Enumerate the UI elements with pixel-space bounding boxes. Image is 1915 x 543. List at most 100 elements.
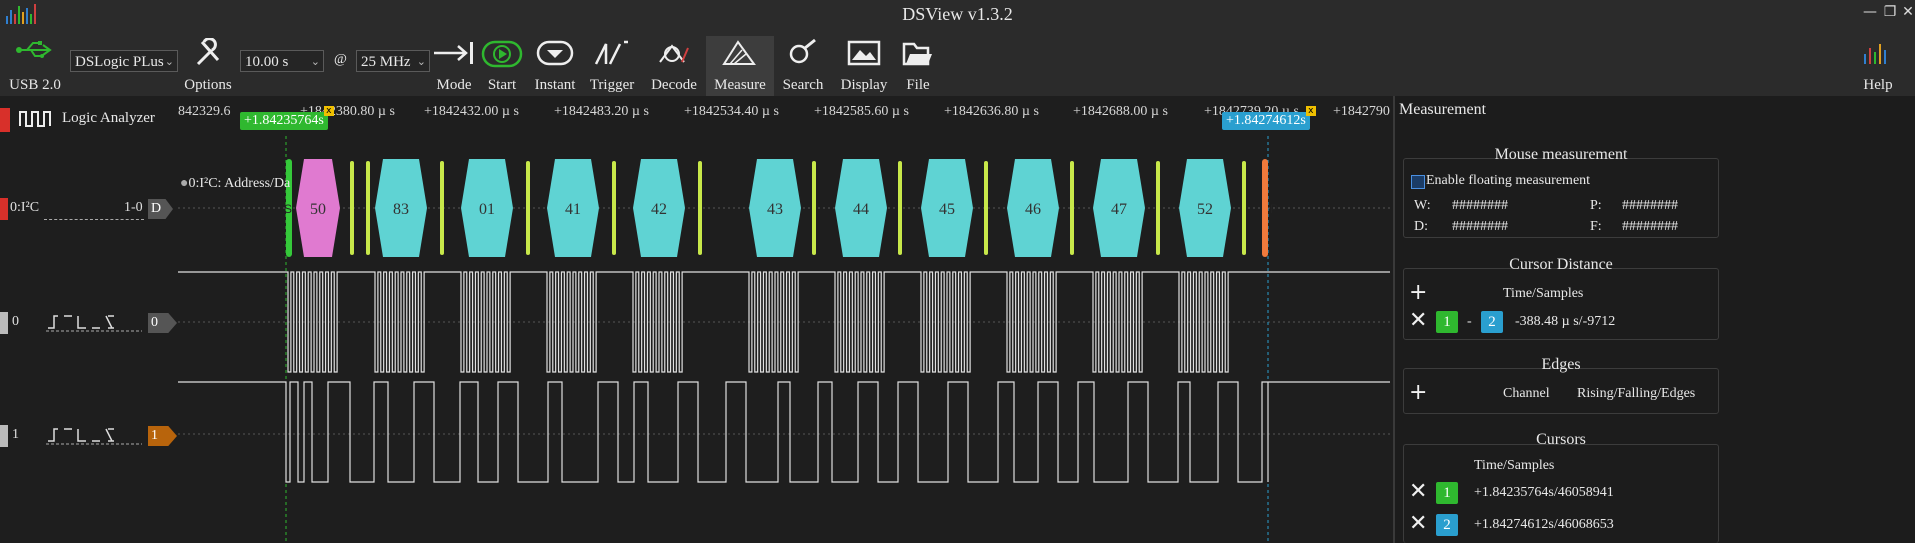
distance-cursor2-badge[interactable]: 2	[1481, 311, 1503, 333]
mouse-measurement-title: Mouse measurement	[1494, 146, 1628, 163]
i2c-byte-label: 50	[310, 201, 326, 218]
logic-analyzer-icon	[18, 108, 56, 135]
mode-button[interactable]: Mode	[432, 36, 476, 96]
search-button[interactable]: Search	[778, 36, 828, 96]
i2c-ack-mark	[526, 161, 530, 255]
i2c-ack-mark	[440, 161, 444, 255]
decode-icon	[659, 44, 689, 63]
trigger-icon	[594, 40, 628, 65]
i2c-byte-label: 42	[651, 201, 667, 218]
cursor2-close-icon[interactable]: x	[1305, 106, 1316, 116]
cursor2-value: +1.84274612s/46068653	[1474, 517, 1614, 532]
time-tick-label: 842329.6	[178, 104, 231, 119]
edges-channel-header: Channel	[1503, 386, 1550, 401]
ch0-marker	[0, 312, 8, 334]
i2c-ack-mark	[812, 161, 816, 255]
device-select[interactable]: DSLogic PLus ⌄	[70, 50, 178, 72]
cursor1-badge[interactable]: 1	[1436, 482, 1458, 504]
cursor2-badge[interactable]: 2	[1436, 514, 1458, 536]
ch1-waveform	[178, 381, 1390, 483]
chevron-down-icon: ⌄	[164, 55, 174, 68]
cursor1-flag[interactable]: +1.84235764s x	[240, 106, 334, 130]
ch0-trigger-icon[interactable]	[46, 312, 144, 337]
w-value: ########	[1452, 198, 1508, 213]
file-button[interactable]: File	[898, 36, 938, 96]
close-button[interactable]: ✕	[1898, 4, 1915, 24]
cursor1-value: +1.84235764s/46058941	[1474, 485, 1614, 500]
chevron-down-icon: ⌄	[416, 55, 426, 68]
waveform-view[interactable]: S 50 83 01 41 42 43 44 45 46 47 52 P	[178, 136, 1390, 543]
mode-arrow-icon	[434, 42, 473, 64]
remove-distance-close-icon[interactable]: ✕	[1409, 308, 1427, 333]
i2c-ack-mark	[898, 161, 902, 255]
time-tick-label: +1842636.80 µ s	[944, 104, 1039, 119]
cursor-distance-header: Time/Samples	[1503, 286, 1584, 301]
cursors-header: Time/Samples	[1474, 458, 1555, 473]
search-icon	[789, 38, 816, 64]
cursor1-close-icon[interactable]: x	[323, 106, 334, 116]
sample-time-select[interactable]: 10.00 s ⌄	[240, 50, 324, 72]
i2c-ack-mark	[698, 161, 702, 255]
decoder-range: 1-0	[124, 200, 143, 215]
help-button[interactable]: Help	[1850, 36, 1906, 96]
cursor-distance-value: -388.48 µ s/-9712	[1515, 314, 1616, 329]
decoder-marker	[0, 198, 8, 220]
remove-cursor1-close-icon[interactable]: ✕	[1409, 479, 1427, 504]
time-tick-label: +1842688.00 µ s	[1073, 104, 1168, 119]
decoder-annotation-title: ●0:I²C: Address/Da	[180, 176, 291, 191]
trigger-button[interactable]: Trigger	[584, 36, 640, 96]
p-label: P:	[1590, 198, 1602, 213]
start-button[interactable]: Start	[478, 36, 526, 96]
i2c-ack-mark	[984, 161, 988, 255]
i2c-stop-label: P	[1270, 202, 1278, 216]
remove-cursor2-close-icon[interactable]: ✕	[1409, 511, 1427, 536]
decode-button[interactable]: Decode	[646, 36, 702, 96]
measurement-panel-title: Measurement	[1399, 101, 1487, 118]
cursor2-flag[interactable]: +1.84274612s x	[1222, 106, 1316, 130]
options-button[interactable]: Options	[180, 36, 236, 96]
play-icon	[481, 40, 523, 68]
logic-analyzer-title: Logic Analyzer	[62, 110, 155, 126]
sample-rate-select[interactable]: 25 MHz ⌄	[356, 50, 430, 72]
i2c-ack-mark	[350, 161, 354, 255]
time-tick-label: +1842483.20 µ s	[554, 104, 649, 119]
usb-icon	[16, 41, 52, 58]
ch1-name: 1	[12, 427, 19, 442]
i2c-ack-mark	[1070, 161, 1074, 255]
cursor-distance-title: Cursor Distance	[1509, 256, 1613, 273]
i2c-byte-label: 43	[767, 201, 783, 218]
measure-button[interactable]: Measure	[706, 36, 774, 96]
distance-separator: -	[1467, 314, 1472, 329]
i2c-ack-mark	[1156, 161, 1160, 255]
i2c-start-label: S	[284, 202, 292, 216]
instant-button[interactable]: Instant	[530, 36, 580, 96]
wrench-screwdriver-icon	[196, 38, 220, 66]
i2c-byte-label: 46	[1025, 201, 1041, 218]
usb-status: USB 2.0	[0, 36, 70, 96]
ch1-trigger-icon[interactable]	[46, 425, 144, 450]
ch0-name: 0	[12, 314, 19, 329]
measure-icon	[722, 40, 756, 65]
p-value: ########	[1622, 198, 1678, 213]
add-edge-plus-icon[interactable]: +	[1409, 380, 1427, 405]
display-button[interactable]: Display	[834, 36, 894, 96]
i2c-byte-label: 52	[1197, 201, 1213, 218]
i2c-byte-label: 47	[1111, 201, 1127, 218]
edges-count-header: Rising/Falling/Edges	[1577, 386, 1696, 401]
f-label: F:	[1590, 219, 1602, 234]
d-label: D:	[1414, 219, 1428, 234]
edges-title: Edges	[1541, 356, 1581, 373]
i2c-byte-label: 83	[393, 201, 409, 218]
d-value: ########	[1452, 219, 1508, 234]
maximize-button[interactable]: ❐	[1880, 4, 1900, 24]
minimize-button[interactable]: —	[1860, 4, 1880, 24]
logic-analyzer-marker	[0, 108, 10, 132]
i2c-ack-mark	[366, 161, 370, 255]
floating-measurement-label[interactable]: Enable floating measurement	[1426, 173, 1590, 189]
add-distance-plus-icon[interactable]: +	[1409, 280, 1427, 305]
time-tick-label: +1842534.40 µ s	[684, 104, 779, 119]
floating-measurement-checkbox[interactable]	[1411, 175, 1425, 189]
decoder-name: 0:I²C	[10, 200, 40, 215]
distance-cursor1-badge[interactable]: 1	[1436, 311, 1458, 333]
time-tick-label: +1842790	[1333, 104, 1390, 119]
